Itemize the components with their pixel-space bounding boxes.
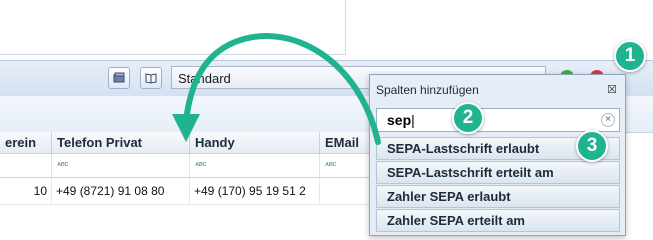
table-row[interactable]	[0, 204, 370, 237]
result-item[interactable]: SEPA-Lastschrift erteilt am	[376, 161, 620, 184]
filter-cell[interactable]	[0, 154, 52, 178]
step-badge-1: 1	[614, 40, 646, 72]
column-header-telefon-privat[interactable]: Telefon Privat	[52, 132, 190, 154]
result-item[interactable]: Zahler SEPA erlaubt	[376, 185, 620, 208]
cell-handy[interactable]: +49 (170) 95 19 51 2	[190, 178, 320, 204]
cell-telefon-privat[interactable]: +49 (8721) 91 08 80	[52, 178, 190, 204]
abc-filter-icon: ᴀʙᴄ	[195, 161, 207, 169]
filter-cell[interactable]: ᴀʙᴄ	[52, 154, 190, 178]
book-stack-icon[interactable]	[108, 67, 130, 89]
clear-search-icon[interactable]: ×	[601, 113, 615, 127]
column-header-handy[interactable]: Handy	[190, 132, 320, 154]
search-value: sep	[387, 112, 412, 128]
step-badge-2: 2	[452, 102, 484, 134]
top-panel	[0, 0, 346, 55]
column-header-email[interactable]: EMail	[320, 132, 370, 154]
cell-verein[interactable]: 10	[0, 178, 52, 204]
abc-filter-icon: ᴀʙᴄ	[57, 161, 69, 169]
close-icon[interactable]: ☒	[607, 83, 617, 96]
filter-cell[interactable]: ᴀʙᴄ	[190, 154, 320, 178]
open-book-icon[interactable]	[140, 67, 162, 89]
column-header-verein[interactable]: erein	[0, 132, 52, 154]
abc-filter-icon: ᴀʙᴄ	[325, 161, 337, 169]
cell-email[interactable]	[320, 178, 370, 204]
popup-title: Spalten hinzufügen	[376, 83, 479, 97]
column-search-input[interactable]: sep| ×	[376, 108, 620, 132]
result-item[interactable]: Zahler SEPA erteilt am	[376, 209, 620, 232]
filter-cell[interactable]: ᴀʙᴄ	[320, 154, 370, 178]
step-badge-3: 3	[576, 130, 608, 162]
